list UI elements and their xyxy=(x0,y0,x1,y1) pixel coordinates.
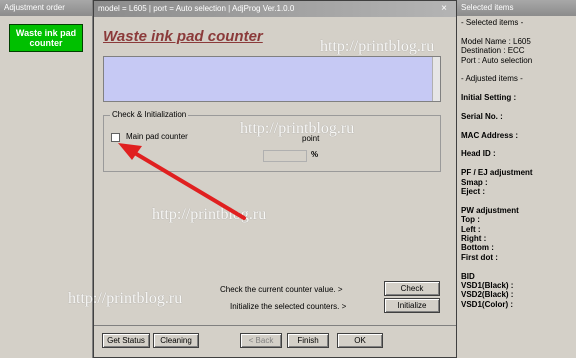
selected-item-line xyxy=(461,159,573,168)
selected-items-panel: Selected items - Selected items - Model N… xyxy=(457,0,576,358)
initialize-description: Initialize the selected counters. > xyxy=(230,302,347,311)
selected-item-line: VSD1(Color) : xyxy=(461,299,513,309)
percent-label: % xyxy=(311,150,319,159)
selected-item-line: Destination : ECC xyxy=(461,46,525,56)
selected-item-line: PW adjustment xyxy=(461,205,519,215)
selected-item-line xyxy=(461,84,573,93)
finish-button[interactable]: Finish xyxy=(287,333,329,348)
selected-item-line: Head ID : xyxy=(461,149,496,159)
back-button[interactable]: < Back xyxy=(240,333,282,348)
selected-item-line: First dot : xyxy=(461,252,498,262)
bottom-divider xyxy=(94,325,456,326)
selected-item-line: - Selected items - xyxy=(461,18,524,27)
check-initialization-group: Check & Initialization Main pad counter … xyxy=(103,110,441,172)
selected-item-line: - Adjusted items - xyxy=(461,74,523,84)
selected-item-line xyxy=(461,262,573,271)
adjustment-order-panel: Adjustment order Waste ink pad counter xyxy=(0,0,93,358)
adjprog-dialog: model = L605 | port = Auto selection | A… xyxy=(93,0,457,358)
selected-item-line: Eject : xyxy=(461,187,486,197)
selected-item-line: Bottom : xyxy=(461,243,494,253)
percent-value-field xyxy=(263,150,307,162)
group-label: Check & Initialization xyxy=(110,110,189,119)
selected-item-line xyxy=(461,103,573,112)
selected-item-line: Smap : xyxy=(461,177,488,187)
selected-item-line xyxy=(461,65,573,74)
selected-item-line: Top : xyxy=(461,215,480,225)
selected-item-line: BID xyxy=(461,271,475,281)
selected-items-title: Selected items xyxy=(457,0,576,16)
selected-item-line xyxy=(461,27,573,36)
main-pad-counter-label[interactable]: Main pad counter xyxy=(126,132,188,141)
selected-item-line: Serial No. : xyxy=(461,111,503,121)
adjustment-item-waste-ink-pad-counter[interactable]: Waste ink pad counter xyxy=(9,24,83,52)
selected-item-line: Left : xyxy=(461,224,481,234)
selected-item-line xyxy=(461,196,573,205)
selected-item-line xyxy=(461,121,573,130)
close-icon[interactable]: × xyxy=(436,3,452,15)
ok-button[interactable]: OK xyxy=(337,333,383,348)
page-title: Waste ink pad counter xyxy=(103,28,263,45)
check-button[interactable]: Check xyxy=(384,281,440,296)
info-textbox[interactable] xyxy=(103,56,441,102)
selected-item-line: MAC Address : xyxy=(461,130,519,140)
selected-item-line: VSD1(Black) : xyxy=(461,280,514,290)
selected-item-line: Model Name : L605 xyxy=(461,36,531,46)
selected-items-list: - Selected items - Model Name : L605 Desti… xyxy=(457,16,576,309)
initialize-button[interactable]: Initialize xyxy=(384,298,440,313)
selected-item-line: VSD2(Black) : xyxy=(461,290,514,300)
adjustment-order-title: Adjustment order xyxy=(0,0,92,16)
cleaning-button[interactable]: Cleaning xyxy=(153,333,199,348)
selected-item-line: Port : Auto selection xyxy=(461,55,533,65)
get-status-button[interactable]: Get Status xyxy=(102,333,150,348)
point-label: point xyxy=(302,134,320,143)
selected-item-line: Initial Setting : xyxy=(461,93,517,103)
check-description: Check the current counter value. > xyxy=(220,285,343,294)
selected-item-line: PF / EJ adjustment xyxy=(461,168,533,178)
selected-item-line: Right : xyxy=(461,233,487,243)
dialog-title-bar: model = L605 | port = Auto selection | A… xyxy=(94,1,456,17)
main-pad-counter-checkbox[interactable] xyxy=(111,133,120,142)
info-scrollbar[interactable] xyxy=(432,57,440,101)
selected-item-line xyxy=(461,140,573,149)
screen: Adjustment order Waste ink pad counter m… xyxy=(0,0,576,358)
